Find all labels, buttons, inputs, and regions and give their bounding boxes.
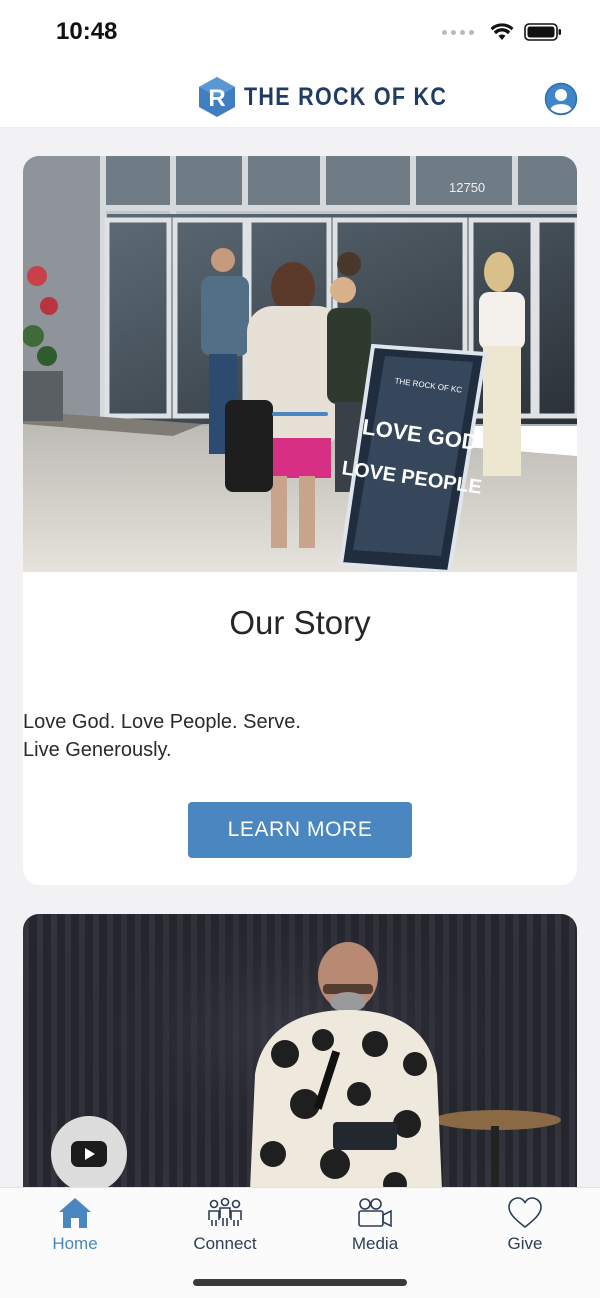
tab-bar: Home Connect Media Give — [0, 1187, 600, 1298]
story-text: Love God. Love People. Serve. Live Gener… — [23, 708, 577, 764]
tab-connect-label: Connect — [193, 1234, 257, 1253]
sermon-video-card[interactable] — [23, 914, 577, 1214]
story-title: Our Story — [229, 604, 371, 641]
person-circle-icon — [544, 82, 578, 116]
youtube-play-icon — [71, 1141, 107, 1167]
profile-button[interactable] — [544, 82, 578, 116]
status-icons — [442, 22, 562, 42]
tab-home-label: Home — [52, 1234, 98, 1253]
youtube-play-button[interactable] — [51, 1116, 127, 1192]
church-entrance-photo: 12750 THE ROCK OF KC LOVE GOD LOVE PEOPL… — [23, 156, 577, 572]
tab-give[interactable]: Give — [450, 1188, 600, 1268]
logo-text: THE ROCK OF KC — [244, 82, 448, 111]
story-text-line-2: Live Generously. — [23, 739, 172, 761]
status-bar: 10:48 — [0, 0, 600, 66]
tab-home[interactable]: Home — [0, 1188, 150, 1268]
logo-letter: R — [208, 85, 225, 112]
home-indicator — [193, 1279, 407, 1286]
tab-give-label: Give — [507, 1234, 543, 1253]
heart-icon — [508, 1197, 542, 1229]
tab-connect[interactable]: Connect — [150, 1188, 300, 1268]
our-story-card: 12750 THE ROCK OF KC LOVE GOD LOVE PEOPL… — [23, 156, 577, 885]
people-icon — [208, 1197, 242, 1226]
learn-more-button[interactable]: LEARN MORE — [188, 802, 412, 858]
signal-icon — [442, 29, 474, 35]
status-time: 10:48 — [56, 18, 118, 45]
wifi-icon — [490, 23, 514, 40]
tab-media[interactable]: Media — [300, 1188, 450, 1268]
story-text-line-1: Love God. Love People. Serve. — [23, 711, 301, 733]
rock-logo-icon: R — [199, 77, 235, 117]
battery-icon — [524, 23, 561, 41]
home-icon — [59, 1198, 91, 1228]
tab-media-label: Media — [351, 1234, 399, 1253]
logo[interactable]: R THE ROCK OF KC — [198, 76, 480, 118]
video-camera-icon — [358, 1198, 392, 1228]
title-divider — [272, 412, 328, 416]
address-number: 12750 — [449, 180, 485, 195]
app-header: R THE ROCK OF KC — [0, 66, 600, 128]
